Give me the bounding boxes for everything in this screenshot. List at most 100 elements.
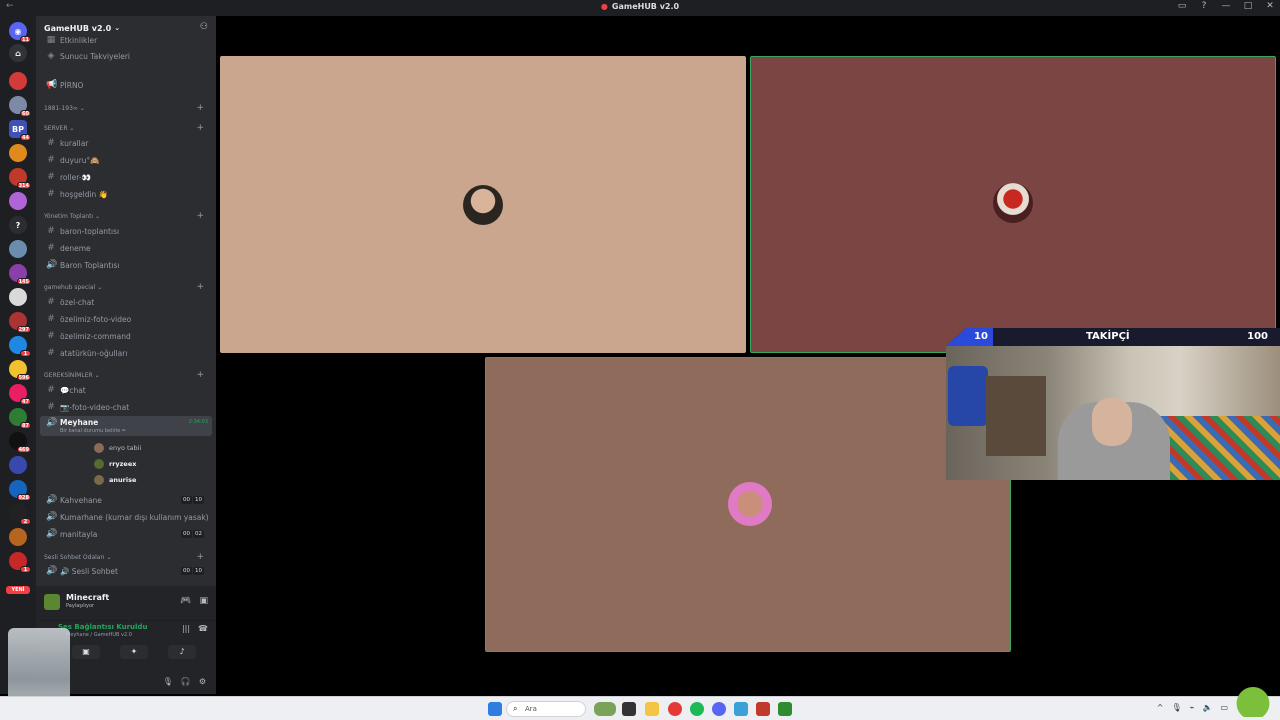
channel-kurallar[interactable]: # kurallar: [40, 135, 212, 151]
channel-duyuru[interactable]: # duyuru°🙈: [40, 152, 212, 168]
settings-icon[interactable]: [734, 702, 748, 716]
channel-status[interactable]: Bir kanal durumu belirle ✏: [60, 428, 126, 434]
category-sesli[interactable]: Sesli Sohbet Odaları ⌄ +: [40, 550, 212, 564]
channel-ozel-chat[interactable]: # özel-chat: [40, 294, 212, 310]
discord-icon[interactable]: [712, 702, 726, 716]
add-channel-icon[interactable]: +: [196, 211, 204, 221]
server-icon[interactable]: 145: [9, 264, 31, 285]
channel-ataturk[interactable]: # atatürkün-oğulları: [40, 345, 212, 361]
guild-name: GameHUB v2.0: [44, 23, 112, 33]
server-icon[interactable]: [9, 240, 27, 258]
add-channel-icon[interactable]: +: [196, 282, 204, 292]
channel-ozel-foto[interactable]: # özelimiz-foto-video: [40, 311, 212, 327]
channel-events[interactable]: ▦ Etkinlikler: [40, 36, 212, 44]
activity-game: Minecraft: [66, 593, 110, 602]
channel-kahvehane[interactable]: 🔊 Kahvehane 00 10: [40, 492, 212, 508]
direct-messages-icon[interactable]: ◉ 11: [9, 22, 31, 43]
server-icon[interactable]: [9, 528, 27, 546]
channel-roller[interactable]: # roller-👀: [40, 169, 212, 185]
battery-icon[interactable]: ▭: [1220, 703, 1228, 712]
server-rail: ◉ 11 ⌂ 60 BP 44 314 ? 145 297 1 596 47 87 …: [0, 16, 36, 694]
activities-button[interactable]: ✦: [120, 645, 148, 659]
channel-server-boosts[interactable]: ◈ Sunucu Takviyeleri: [40, 48, 212, 64]
soundboard-button[interactable]: ♪: [168, 645, 196, 659]
video-tile[interactable]: [750, 56, 1276, 353]
channel-hosgeldin[interactable]: # hoşgeldin 👋: [40, 186, 212, 202]
weather-widget-icon[interactable]: [594, 702, 616, 716]
file-explorer-icon[interactable]: [645, 702, 659, 716]
channel-meyhane[interactable]: 🔊 Meyhane Bir kanal durumu belirle ✏ 2:34…: [40, 416, 212, 436]
server-icon[interactable]: 2: [9, 504, 31, 525]
volume-icon[interactable]: 🔈: [1202, 703, 1212, 712]
server-icon[interactable]: 314: [9, 168, 31, 189]
voice-user[interactable]: rryzeex: [94, 457, 136, 471]
server-icon[interactable]: ⌂: [9, 44, 27, 62]
server-icon[interactable]: 928: [9, 480, 31, 501]
category-gereksinimler[interactable]: GEREKSİNİMLER ⌄ +: [40, 368, 212, 382]
inbox-icon[interactable]: ▭: [1176, 1, 1188, 11]
channel-baron-toplantisi[interactable]: # baron-toplantısı: [40, 223, 212, 239]
app-icon[interactable]: [756, 702, 770, 716]
server-icon[interactable]: 1: [9, 336, 31, 357]
channel-foto-chat[interactable]: # 📷-foto-video-chat: [40, 399, 212, 415]
voice-location[interactable]: Meyhane / GameHUB v2.0: [66, 632, 132, 638]
add-member-icon[interactable]: ⚇: [200, 22, 208, 32]
category-gamehub-special[interactable]: gamehub special ⌄ +: [40, 280, 212, 294]
category-1881[interactable]: 1881-193∞ ⌄ +: [40, 101, 212, 115]
start-icon[interactable]: [488, 702, 502, 716]
category-server[interactable]: SERVER ⌄ +: [40, 121, 212, 135]
channel-chat[interactable]: # 💬chat: [40, 382, 212, 398]
server-icon[interactable]: [9, 144, 27, 162]
video-tile[interactable]: [220, 56, 746, 353]
channel-deneme[interactable]: # deneme: [40, 240, 212, 256]
server-icon[interactable]: 47: [9, 384, 31, 405]
category-yonetim[interactable]: Yönetim Toplantı ⌄ +: [40, 209, 212, 223]
channel-manitayla[interactable]: 🔊 manitayla 00 02: [40, 526, 212, 542]
spotify-icon[interactable]: [690, 702, 704, 716]
video-tile[interactable]: [485, 357, 1011, 652]
add-channel-icon[interactable]: +: [196, 103, 204, 113]
task-view-icon[interactable]: [622, 702, 636, 716]
server-icon[interactable]: 469: [9, 432, 31, 453]
mic-tray-icon[interactable]: 🎙: [1171, 703, 1181, 712]
screen-share-icon[interactable]: ▣: [199, 596, 208, 606]
channel-sesli-sohbet[interactable]: 🔊 🔊 Sesli Sohbet 00 10: [40, 563, 212, 579]
channel-baron-voice[interactable]: 🔊 Baron Toplantısı: [40, 257, 212, 273]
screen-share-button[interactable]: ▣: [72, 645, 100, 659]
settings-gear-icon[interactable]: ⚙: [199, 677, 206, 686]
gamepad-icon[interactable]: 🎮: [180, 596, 191, 606]
server-icon[interactable]: 60: [9, 96, 31, 117]
server-icon[interactable]: [9, 288, 27, 306]
server-icon[interactable]: [9, 456, 27, 474]
opera-icon[interactable]: [668, 702, 682, 716]
channel-ozel-command[interactable]: # özelimiz-command: [40, 328, 212, 344]
disconnect-icon[interactable]: ☎: [198, 624, 208, 633]
server-icon[interactable]: BP 44: [9, 120, 31, 141]
voice-user[interactable]: anurise: [94, 473, 136, 487]
server-icon[interactable]: 297: [9, 312, 31, 333]
server-icon[interactable]: 87: [9, 408, 31, 429]
noise-suppression-icon[interactable]: |||: [182, 624, 190, 633]
add-channel-icon[interactable]: +: [196, 123, 204, 133]
channel-kumarhane[interactable]: 🔊 Kumarhane (kumar dışı kullanım yasak): [40, 509, 212, 525]
network-icon[interactable]: ⌁: [1190, 703, 1195, 712]
close-button[interactable]: ✕: [1264, 1, 1276, 11]
help-icon[interactable]: ?: [1198, 1, 1210, 11]
voice-user[interactable]: enyo tabii: [94, 441, 141, 455]
server-icon[interactable]: 596: [9, 360, 31, 381]
server-icon[interactable]: 1: [9, 552, 31, 573]
server-icon[interactable]: [9, 192, 27, 210]
chevron-up-icon[interactable]: ^: [1157, 703, 1164, 712]
maximize-button[interactable]: □: [1242, 1, 1254, 11]
taskbar-search[interactable]: ⌕ Ara: [506, 701, 586, 717]
minimize-button[interactable]: —: [1220, 1, 1232, 11]
microphone-icon[interactable]: 🎙: [163, 677, 173, 686]
person-head: [1092, 398, 1132, 446]
headphones-icon[interactable]: 🎧: [181, 677, 191, 686]
channel-pirno[interactable]: 📢 PİRNO: [40, 77, 212, 93]
minecraft-taskbar-icon[interactable]: [778, 702, 792, 716]
add-channel-icon[interactable]: +: [196, 370, 204, 380]
server-icon[interactable]: ?: [9, 216, 27, 234]
server-icon[interactable]: [9, 72, 27, 90]
add-channel-icon[interactable]: +: [196, 552, 204, 562]
